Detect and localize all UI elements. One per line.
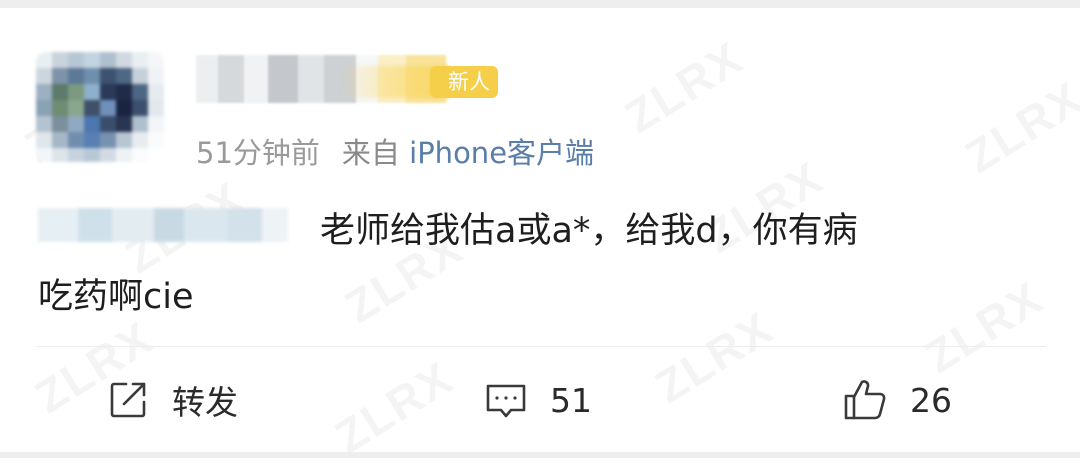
bottom-separator: [0, 452, 1080, 458]
forward-label: 转发: [172, 383, 238, 422]
source-device[interactable]: iPhone客户端: [409, 136, 594, 170]
comment-icon: [484, 378, 528, 422]
post-content: 老师给我估a或a*，给我d，你有病 吃药啊cie: [38, 198, 1038, 330]
avatar[interactable]: [36, 52, 164, 162]
post-time: 51分钟前: [196, 136, 320, 170]
thumbs-up-icon: [842, 377, 888, 423]
like-button[interactable]: 26: [842, 378, 952, 422]
new-user-badge: 新人: [430, 66, 498, 98]
post-text-line1: 老师给我估a或a*，给我d，你有病: [320, 211, 858, 251]
post-text-line2: 吃药啊cie: [38, 277, 194, 317]
divider: [36, 346, 1046, 347]
action-bar: 转发 51 26: [0, 352, 1080, 448]
comment-button[interactable]: 51: [484, 378, 592, 422]
source-prefix: 来自: [341, 136, 400, 170]
watermark: ZLRX: [955, 70, 1080, 184]
forward-button[interactable]: 转发: [106, 378, 238, 422]
like-count: 26: [910, 380, 952, 420]
watermark: ZLRX: [615, 30, 752, 144]
top-separator: [0, 0, 1080, 8]
comment-count: 51: [550, 380, 592, 420]
share-icon: [106, 378, 150, 422]
post-meta: 51分钟前 来自 iPhone客户端: [196, 130, 594, 172]
